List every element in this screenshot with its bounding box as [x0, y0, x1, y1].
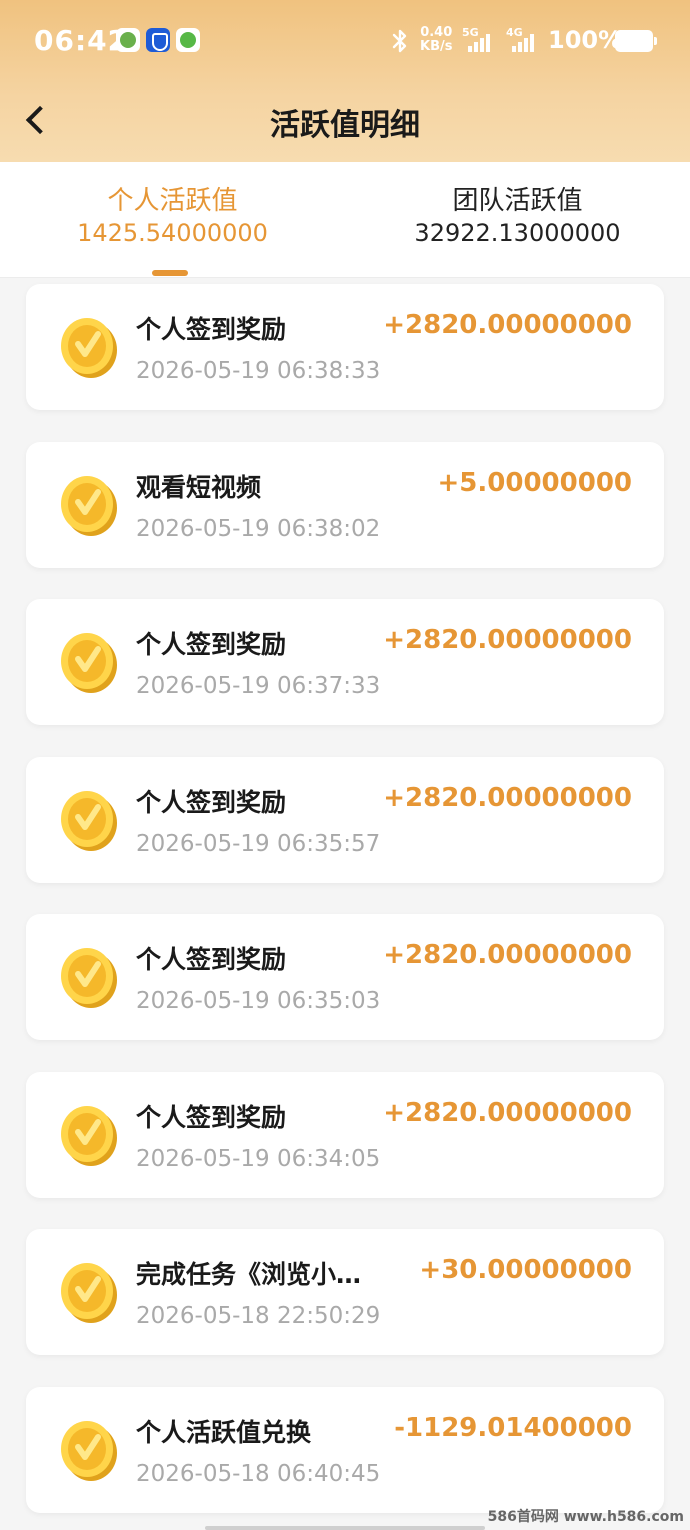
gold-coin-icon — [61, 948, 117, 1008]
record-time: 2026-05-18 06:40:45 — [136, 1461, 381, 1487]
gold-coin-icon — [61, 318, 117, 378]
battery-icon — [615, 30, 657, 52]
record-title: 个人签到奖励 — [136, 315, 287, 344]
record-item: 个人签到奖励 2026-05-19 06:35:57 +2820.0000000… — [26, 757, 664, 883]
record-time: 2026-05-19 06:37:33 — [136, 673, 381, 699]
tab-value: 32922.13000000 — [414, 219, 621, 247]
record-item: 个人签到奖励 2026-05-19 06:34:05 +2820.0000000… — [26, 1072, 664, 1198]
record-amount: +2820.00000000 — [383, 625, 632, 655]
bluetooth-icon — [392, 29, 407, 53]
record-amount: +2820.00000000 — [383, 310, 632, 340]
header: 06:42 0.40 KB/s 5G 4G 100% 活跃值明细 — [0, 0, 690, 162]
network-speed: 0.40 KB/s — [420, 26, 452, 54]
battery-percent: 100% — [548, 26, 623, 54]
tab-label: 团队活跃值 — [452, 186, 583, 216]
record-amount: +2820.00000000 — [383, 1098, 632, 1128]
record-item: 观看短视频 2026-05-19 06:38:02 +5.00000000 — [26, 442, 664, 568]
gold-coin-icon — [61, 476, 117, 536]
record-item: 个人签到奖励 2026-05-19 06:35:03 +2820.0000000… — [26, 914, 664, 1040]
record-title: 个人活跃值兑换 — [136, 1418, 312, 1447]
record-amount: +2820.00000000 — [383, 940, 632, 970]
gold-coin-icon — [61, 1106, 117, 1166]
home-indicator[interactable] — [205, 1526, 485, 1530]
record-time: 2026-05-19 06:35:03 — [136, 988, 381, 1014]
tab-label: 个人活跃值 — [107, 186, 238, 216]
tab-bar: 个人活跃值 1425.54000000 团队活跃值 32922.13000000 — [0, 162, 690, 278]
record-title: 个人签到奖励 — [136, 945, 287, 974]
status-time: 06:42 — [34, 24, 129, 57]
record-title: 完成任务《浏览小… — [136, 1260, 362, 1289]
gold-coin-icon — [61, 1263, 117, 1323]
gold-coin-icon — [61, 1421, 117, 1481]
record-amount: -1129.01400000 — [394, 1413, 632, 1443]
watermark: 586首码网 www.h586.com — [487, 1509, 684, 1525]
record-time: 2026-05-19 06:38:33 — [136, 358, 381, 384]
shield-app-icon — [146, 28, 170, 52]
net-speed-value: 0.40 — [420, 25, 453, 40]
record-item: 个人签到奖励 2026-05-19 06:37:33 +2820.0000000… — [26, 599, 664, 725]
record-list[interactable]: 个人签到奖励 2026-05-19 06:38:33 +2820.0000000… — [0, 278, 690, 1530]
record-title: 观看短视频 — [136, 473, 262, 502]
record-title: 个人签到奖励 — [136, 788, 287, 817]
record-title: 个人签到奖励 — [136, 630, 287, 659]
net-speed-unit: KB/s — [420, 39, 453, 54]
record-item: 完成任务《浏览小… 2026-05-18 22:50:29 +30.000000… — [26, 1229, 664, 1355]
record-amount: +30.00000000 — [419, 1255, 632, 1285]
app-notification-icon — [176, 28, 200, 52]
gold-coin-icon — [61, 791, 117, 851]
record-amount: +2820.00000000 — [383, 783, 632, 813]
record-time: 2026-05-19 06:34:05 — [136, 1146, 381, 1172]
gold-coin-icon — [61, 633, 117, 693]
signal-4g-icon: 4G — [506, 26, 536, 52]
record-time: 2026-05-19 06:38:02 — [136, 516, 381, 542]
record-amount: +5.00000000 — [437, 468, 632, 498]
record-item: 个人活跃值兑换 2026-05-18 06:40:45 -1129.014000… — [26, 1387, 664, 1513]
record-title: 个人签到奖励 — [136, 1103, 287, 1132]
page-title: 活跃值明细 — [270, 108, 420, 143]
record-time: 2026-05-19 06:35:57 — [136, 831, 381, 857]
signal-5g-icon: 5G — [462, 26, 492, 52]
app-notification-icon — [116, 28, 140, 52]
tab-personal-activity[interactable]: 个人活跃值 1425.54000000 — [0, 184, 345, 248]
tab-value: 1425.54000000 — [77, 219, 268, 247]
nav-bar: 活跃值明细 — [0, 82, 690, 162]
record-item: 个人签到奖励 2026-05-19 06:38:33 +2820.0000000… — [26, 284, 664, 410]
status-bar: 06:42 0.40 KB/s 5G 4G 100% — [0, 0, 690, 82]
record-time: 2026-05-18 22:50:29 — [136, 1303, 381, 1329]
active-tab-indicator — [152, 270, 188, 276]
tab-team-activity[interactable]: 团队活跃值 32922.13000000 — [345, 184, 690, 248]
